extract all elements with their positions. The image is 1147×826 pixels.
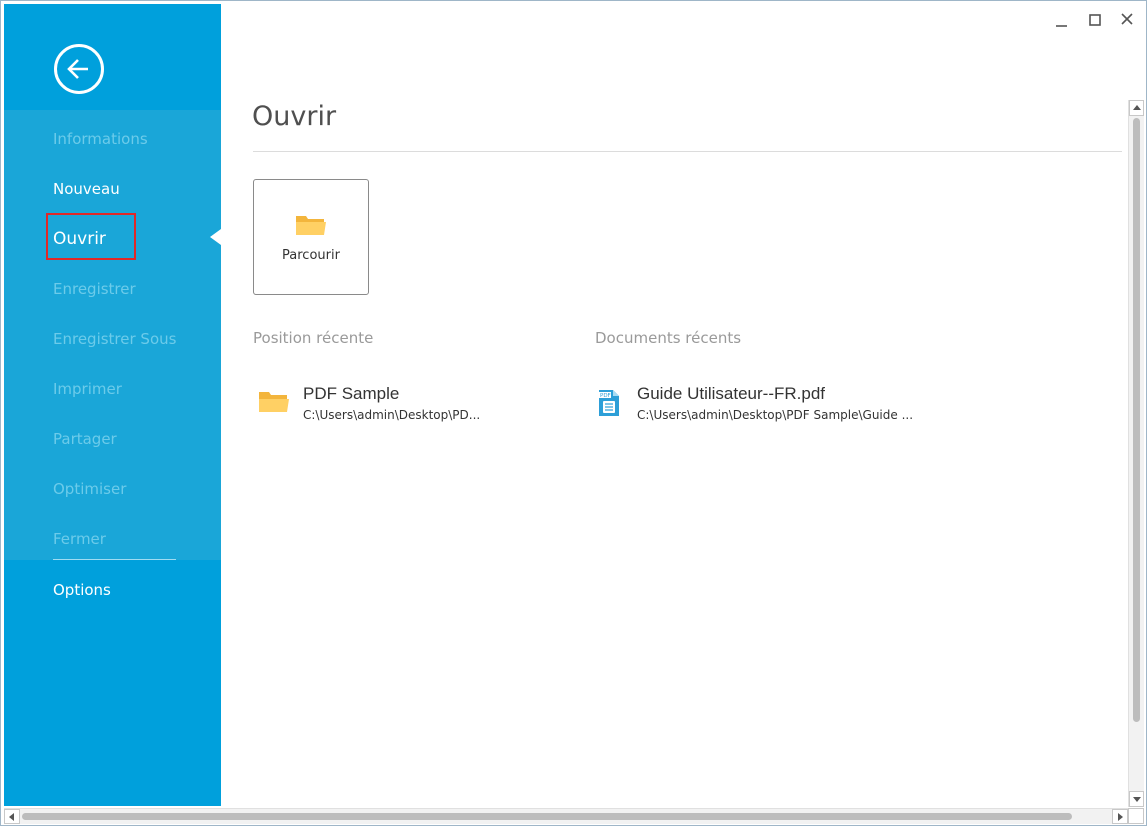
menu-item-informations[interactable]: Informations bbox=[53, 126, 148, 152]
browse-button[interactable]: Parcourir bbox=[253, 179, 369, 295]
sidebar-footer: Options bbox=[4, 560, 221, 806]
recent-document-name: Guide Utilisateur--FR.pdf bbox=[637, 384, 826, 403]
chevron-up-icon bbox=[1133, 105, 1141, 110]
menu-item-imprimer[interactable]: Imprimer bbox=[53, 376, 122, 402]
scroll-down-button[interactable] bbox=[1129, 791, 1144, 807]
recent-location-path: C:\Users\admin\Desktop\PD... bbox=[303, 408, 481, 422]
horizontal-scroll-thumb[interactable] bbox=[22, 813, 1072, 820]
sidebar: Informations Nouveau Ouvrir Enregistrer … bbox=[4, 4, 221, 806]
active-item-pointer bbox=[210, 229, 221, 245]
svg-text:PDF: PDF bbox=[600, 393, 611, 399]
scrollbar-corner bbox=[1128, 808, 1144, 824]
menu-item-partager[interactable]: Partager bbox=[53, 426, 117, 452]
menu-item-enregistrer[interactable]: Enregistrer bbox=[53, 276, 136, 302]
chevron-right-icon bbox=[1118, 813, 1123, 821]
maximize-icon bbox=[1089, 14, 1101, 26]
chevron-down-icon bbox=[1133, 797, 1141, 802]
pdf-file-icon: PDF bbox=[597, 388, 621, 422]
folder-icon bbox=[258, 388, 290, 418]
menu-divider bbox=[53, 559, 176, 560]
title-divider bbox=[253, 151, 1122, 152]
scroll-right-button[interactable] bbox=[1112, 809, 1128, 824]
recent-document-path: C:\Users\admin\Desktop\PDF Sample\Guide … bbox=[637, 408, 914, 422]
menu-item-nouveau[interactable]: Nouveau bbox=[53, 176, 120, 202]
recent-document-item[interactable]: PDF Guide Utilisateur--FR.pdf C:\Users\a… bbox=[597, 384, 937, 424]
browse-label: Parcourir bbox=[282, 248, 340, 263]
chevron-left-icon bbox=[9, 813, 14, 821]
minimize-button[interactable] bbox=[1051, 9, 1073, 31]
recent-documents-heading: Documents récents bbox=[595, 329, 742, 347]
menu-item-fermer[interactable]: Fermer bbox=[53, 526, 106, 552]
menu-item-options[interactable]: Options bbox=[53, 577, 111, 603]
menu-item-enregistrer-sous[interactable]: Enregistrer Sous bbox=[53, 326, 176, 352]
minimize-icon bbox=[1056, 25, 1067, 27]
close-button[interactable] bbox=[1116, 9, 1138, 31]
vertical-scroll-thumb[interactable] bbox=[1133, 118, 1140, 722]
recent-locations-heading: Position récente bbox=[253, 329, 374, 347]
scroll-up-button[interactable] bbox=[1129, 100, 1144, 116]
vertical-scrollbar[interactable] bbox=[1128, 100, 1144, 807]
application-window: Informations Nouveau Ouvrir Enregistrer … bbox=[0, 0, 1147, 826]
maximize-button[interactable] bbox=[1084, 9, 1106, 31]
sidebar-header bbox=[4, 4, 221, 110]
recent-location-item[interactable]: PDF Sample C:\Users\admin\Desktop\PD... bbox=[258, 384, 518, 424]
folder-icon bbox=[295, 213, 327, 241]
horizontal-scrollbar[interactable] bbox=[4, 808, 1128, 824]
page-title: Ouvrir bbox=[252, 101, 337, 132]
scroll-left-button[interactable] bbox=[4, 809, 20, 824]
back-arrow-icon bbox=[67, 59, 88, 79]
menu-item-optimiser[interactable]: Optimiser bbox=[53, 476, 126, 502]
close-icon bbox=[1121, 13, 1133, 25]
back-button[interactable] bbox=[54, 44, 104, 94]
recent-location-name: PDF Sample bbox=[303, 384, 400, 403]
active-item-highlight bbox=[46, 213, 136, 260]
